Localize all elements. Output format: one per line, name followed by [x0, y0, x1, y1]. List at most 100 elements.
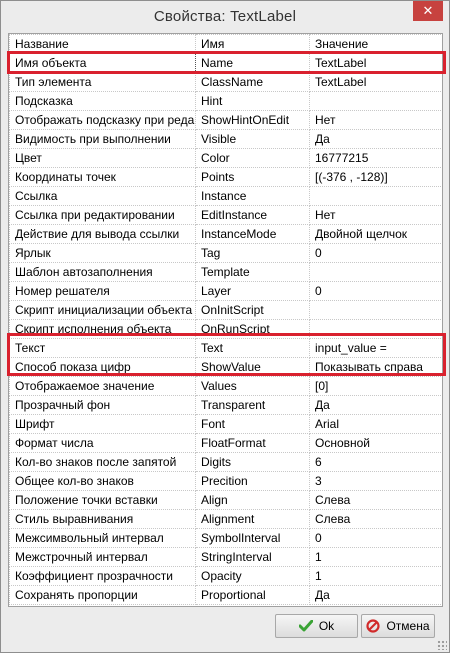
property-value-cell[interactable]: Arial — [309, 414, 442, 434]
property-name-cell[interactable]: Сохранять пропорции — [9, 585, 196, 605]
property-name-cell[interactable]: Имя объекта — [9, 53, 196, 73]
property-id-cell[interactable]: Digits — [195, 452, 310, 472]
property-name-cell[interactable]: Межстрочный интервал — [9, 547, 196, 567]
property-name-cell[interactable]: Координаты точек — [9, 167, 196, 187]
property-grid[interactable]: Название Имя Значение Имя объекта Name Tex… — [8, 33, 443, 607]
property-row[interactable]: Межсимвольный интервал SymbolInterval 0 — [9, 528, 442, 548]
property-name-cell[interactable]: Подсказка — [9, 91, 196, 111]
property-row[interactable]: Коэффициент прозрачности Opacity 1 — [9, 566, 442, 586]
property-id-cell[interactable]: Tag — [195, 243, 310, 263]
property-value-cell[interactable]: 1 — [309, 547, 442, 567]
property-id-cell[interactable]: Transparent — [195, 395, 310, 415]
property-value-cell[interactable]: TextLabel — [309, 72, 442, 92]
property-id-cell[interactable]: FloatFormat — [195, 433, 310, 453]
property-id-cell[interactable]: Text — [195, 338, 310, 358]
property-value-cell[interactable]: Основной — [309, 433, 442, 453]
property-id-cell[interactable]: EditInstance — [195, 205, 310, 225]
property-row[interactable]: Ярлык Tag 0 — [9, 243, 442, 263]
property-name-cell[interactable]: Межсимвольный интервал — [9, 528, 196, 548]
property-row[interactable]: Способ показа цифр ShowValue Показывать сп… — [9, 357, 442, 377]
property-row[interactable]: Ссылка Instance — [9, 186, 442, 206]
property-value-cell[interactable]: Да — [309, 395, 442, 415]
property-value-cell[interactable]: [(-376 , -128)] — [309, 167, 442, 187]
property-value-cell[interactable]: 0 — [309, 243, 442, 263]
property-row[interactable]: Формат числа FloatFormat Основной — [9, 433, 442, 453]
property-id-cell[interactable]: Font — [195, 414, 310, 434]
property-row[interactable]: Номер решателя Layer 0 — [9, 281, 442, 301]
property-id-cell[interactable]: Visible — [195, 129, 310, 149]
property-value-cell[interactable]: 0 — [309, 281, 442, 301]
property-id-cell[interactable]: SymbolInterval — [195, 528, 310, 548]
property-name-cell[interactable]: Прозрачный фон — [9, 395, 196, 415]
property-id-cell[interactable]: ShowValue — [195, 357, 310, 377]
property-id-cell[interactable]: Template — [195, 262, 310, 282]
close-button[interactable]: ✕ — [413, 1, 443, 21]
property-id-cell[interactable]: Name — [195, 53, 310, 73]
property-row[interactable]: Прозрачный фон Transparent Да — [9, 395, 442, 415]
property-id-cell[interactable]: Align — [195, 490, 310, 510]
property-value-cell[interactable]: Двойной щелчок — [309, 224, 442, 244]
property-name-cell[interactable]: Шрифт — [9, 414, 196, 434]
property-value-cell[interactable]: Да — [309, 129, 442, 149]
property-name-cell[interactable]: Шаблон автозаполнения — [9, 262, 196, 282]
property-value-cell[interactable] — [309, 319, 442, 339]
property-id-cell[interactable]: Proportional — [195, 585, 310, 605]
property-name-cell[interactable]: Отображать подсказку при редактировании — [9, 110, 196, 130]
property-id-cell[interactable]: Alignment — [195, 509, 310, 529]
property-value-cell[interactable]: Нет — [309, 205, 442, 225]
property-value-cell[interactable]: Слева — [309, 509, 442, 529]
property-value-cell[interactable]: 16777215 — [309, 148, 442, 168]
property-value-cell[interactable]: Да — [309, 585, 442, 605]
property-id-cell[interactable]: Hint — [195, 91, 310, 111]
property-name-cell[interactable]: Скрипт исполнения объекта — [9, 319, 196, 339]
property-value-cell[interactable]: Показывать справа — [309, 357, 442, 377]
property-row[interactable]: Имя объекта Name TextLabel — [9, 53, 442, 73]
property-value-cell[interactable]: input_value = — [309, 338, 442, 358]
header-id[interactable]: Имя — [195, 34, 310, 54]
property-name-cell[interactable]: Способ показа цифр — [9, 357, 196, 377]
property-name-cell[interactable]: Отображаемое значение — [9, 376, 196, 396]
resize-grip[interactable] — [437, 640, 447, 650]
property-name-cell[interactable]: Общее кол-во знаков — [9, 471, 196, 491]
property-value-cell[interactable]: TextLabel — [309, 53, 442, 73]
property-value-cell[interactable] — [309, 300, 442, 320]
property-row[interactable]: Отображаемое значение Values [0] — [9, 376, 442, 396]
property-value-cell[interactable]: Нет — [309, 110, 442, 130]
property-name-cell[interactable]: Формат числа — [9, 433, 196, 453]
property-row[interactable]: Видимость при выполнении Visible Да — [9, 129, 442, 149]
property-value-cell[interactable]: 0 — [309, 528, 442, 548]
property-row[interactable]: Кол-во знаков после запятой Digits 6 — [9, 452, 442, 472]
property-id-cell[interactable]: Opacity — [195, 566, 310, 586]
property-value-cell[interactable] — [309, 262, 442, 282]
property-name-cell[interactable]: Стиль выравнивания — [9, 509, 196, 529]
property-id-cell[interactable]: Points — [195, 167, 310, 187]
property-id-cell[interactable]: Instance — [195, 186, 310, 206]
property-row[interactable]: Шаблон автозаполнения Template — [9, 262, 442, 282]
cancel-button[interactable]: Отмена — [361, 614, 435, 638]
property-id-cell[interactable]: Layer — [195, 281, 310, 301]
property-id-cell[interactable]: Color — [195, 148, 310, 168]
property-row[interactable]: Шрифт Font Arial — [9, 414, 442, 434]
property-row[interactable]: Стиль выравнивания Alignment Слева — [9, 509, 442, 529]
property-row[interactable]: Координаты точек Points [(-376 , -128)] — [9, 167, 442, 187]
property-name-cell[interactable]: Цвет — [9, 148, 196, 168]
property-row[interactable]: Межстрочный интервал StringInterval 1 — [9, 547, 442, 567]
property-name-cell[interactable]: Ярлык — [9, 243, 196, 263]
property-name-cell[interactable]: Видимость при выполнении — [9, 129, 196, 149]
property-name-cell[interactable]: Положение точки вставки — [9, 490, 196, 510]
property-id-cell[interactable]: ClassName — [195, 72, 310, 92]
property-name-cell[interactable]: Ссылка при редактировании — [9, 205, 196, 225]
property-row[interactable]: Тип элемента ClassName TextLabel — [9, 72, 442, 92]
property-name-cell[interactable]: Ссылка — [9, 186, 196, 206]
property-value-cell[interactable]: 1 — [309, 566, 442, 586]
property-id-cell[interactable]: InstanceMode — [195, 224, 310, 244]
title-bar[interactable]: Свойства: TextLabel ✕ — [1, 1, 449, 31]
property-name-cell[interactable]: Тип элемента — [9, 72, 196, 92]
property-id-cell[interactable]: Values — [195, 376, 310, 396]
property-id-cell[interactable]: Precition — [195, 471, 310, 491]
property-row[interactable]: Действие для вывода ссылки InstanceMode Дв… — [9, 224, 442, 244]
property-value-cell[interactable]: 3 — [309, 471, 442, 491]
ok-button[interactable]: Ok — [275, 614, 358, 638]
property-row[interactable]: Отображать подсказку при редактированииS… — [9, 110, 442, 130]
property-row[interactable]: Общее кол-во знаков Precition 3 — [9, 471, 442, 491]
